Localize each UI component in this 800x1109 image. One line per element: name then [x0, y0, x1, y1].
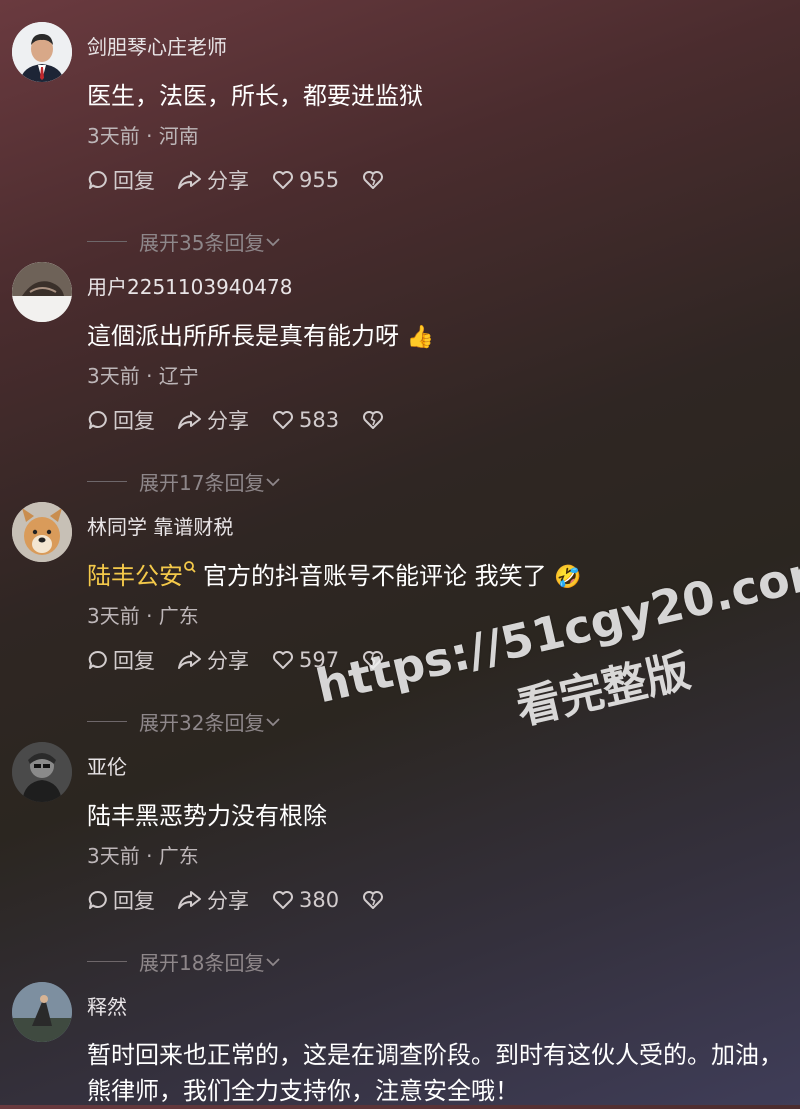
chevron-down-icon — [266, 717, 281, 726]
dislike-button[interactable] — [361, 889, 389, 911]
chevron-down-icon — [266, 957, 281, 966]
like-count: 380 — [299, 888, 340, 912]
reply-button[interactable]: 回复 — [87, 165, 155, 195]
expand-replies-button[interactable]: 展开32条回复 — [87, 707, 282, 736]
broken-heart-icon — [363, 411, 384, 429]
heart-icon — [273, 171, 293, 189]
expand-label: 展开18条回复 — [139, 951, 265, 975]
broken-heart-icon — [363, 651, 384, 669]
avatar[interactable] — [12, 262, 72, 322]
comment-bubble-icon — [88, 890, 107, 909]
comment-text: 暂时回来也正常的，这是在调查阶段。到时有这伙人受的。加油，熊律师，我们全力支持你… — [87, 1041, 783, 1105]
broken-heart-icon — [363, 171, 384, 189]
comment-item: 释然 暂时回来也正常的，这是在调查阶段。到时有这伙人受的。加油，熊律师，我们全力… — [0, 982, 800, 1105]
reply-button[interactable]: 回复 — [87, 885, 155, 915]
comment-bubble-icon — [88, 650, 107, 669]
comment-item: 亚伦 陆丰黑恶势力没有根除 3天前 · 广东 回复 分享 380 展开18条回复 — [0, 742, 800, 982]
comment-username[interactable]: 亚伦 — [87, 751, 127, 780]
comment-meta: 3天前 · 广东 — [87, 844, 199, 868]
comment-text: 這個派出所所長是真有能力呀 👍 — [87, 322, 435, 350]
comment-username[interactable]: 剑胆琴心庄老师 — [87, 31, 227, 60]
comment-bubble-icon — [88, 410, 107, 429]
expand-divider — [87, 481, 127, 482]
comment-text: 陆丰公安 官方的抖音账号不能评论 我笑了 🤣 — [87, 560, 582, 590]
avatar-figure-icon — [12, 742, 72, 802]
like-count: 583 — [299, 408, 340, 432]
comment-username[interactable]: 用户2251103940478 — [87, 271, 292, 300]
avatar-dog-icon — [12, 502, 72, 562]
heart-icon — [273, 651, 293, 669]
comment-bubble-icon — [88, 170, 107, 189]
comment-actions: 回复 分享 583 — [87, 405, 411, 435]
avatar[interactable] — [12, 982, 72, 1042]
like-button[interactable]: 380 — [271, 888, 339, 912]
avatar[interactable] — [12, 742, 72, 802]
reply-label: 回复 — [113, 649, 155, 673]
expand-replies-button[interactable]: 展开35条回复 — [87, 227, 282, 256]
avatar-portrait-icon — [12, 22, 72, 82]
expand-replies-button[interactable]: 展开17条回复 — [87, 467, 282, 496]
share-arrow-icon — [178, 411, 201, 429]
share-label: 分享 — [207, 649, 249, 673]
comment-meta: 3天前 · 河南 — [87, 124, 199, 148]
share-arrow-icon — [178, 651, 201, 669]
share-button[interactable]: 分享 — [177, 405, 249, 435]
share-label: 分享 — [207, 889, 249, 913]
laughing-emoji: 🤣 — [554, 565, 582, 590]
reply-label: 回复 — [113, 889, 155, 913]
share-button[interactable]: 分享 — [177, 645, 249, 675]
share-label: 分享 — [207, 409, 249, 433]
expand-divider — [87, 721, 127, 722]
share-button[interactable]: 分享 — [177, 165, 249, 195]
expand-divider — [87, 241, 127, 242]
comment-text: 陆丰黑恶势力没有根除 — [87, 802, 327, 830]
share-label: 分享 — [207, 169, 249, 193]
expand-divider — [87, 961, 127, 962]
comment-username[interactable]: 林同学 靠谱财税 — [87, 511, 233, 540]
heart-icon — [273, 411, 293, 429]
share-button[interactable]: 分享 — [177, 885, 249, 915]
comment-item: 林同学 靠谱财税 陆丰公安 官方的抖音账号不能评论 我笑了 🤣 3天前 · 广东 … — [0, 502, 800, 742]
comment-text: 医生，法医，所长，都要进监狱 — [87, 82, 423, 110]
expand-label: 展开17条回复 — [139, 471, 265, 495]
expand-label: 展开35条回复 — [139, 231, 265, 255]
avatar-landscape-icon — [12, 982, 72, 1042]
broken-heart-icon — [363, 891, 384, 909]
comment-item: 用户2251103940478 這個派出所所長是真有能力呀 👍 3天前 · 辽宁… — [0, 262, 800, 502]
comment-actions: 回复 分享 380 — [87, 885, 411, 915]
chevron-down-icon — [266, 237, 281, 246]
thumbs-up-emoji: 👍 — [406, 325, 435, 350]
reply-label: 回复 — [113, 169, 155, 193]
comment-actions: 回复 分享 597 — [87, 645, 411, 675]
reply-button[interactable]: 回复 — [87, 645, 155, 675]
like-count: 955 — [299, 168, 340, 192]
mention-link[interactable]: 陆丰公安 — [87, 562, 183, 590]
comment-meta: 3天前 · 广东 — [87, 604, 199, 628]
dislike-button[interactable] — [361, 649, 389, 671]
comment-username[interactable]: 释然 — [87, 991, 127, 1020]
like-button[interactable]: 955 — [271, 168, 339, 192]
dislike-button[interactable] — [361, 169, 389, 191]
heart-icon — [273, 891, 293, 909]
like-button[interactable]: 597 — [271, 648, 339, 672]
avatar-photo-icon — [12, 262, 72, 322]
comment-actions: 回复 分享 955 — [87, 165, 411, 195]
like-count: 597 — [299, 648, 340, 672]
share-arrow-icon — [178, 891, 201, 909]
search-icon[interactable] — [183, 560, 197, 576]
comment-item: 剑胆琴心庄老师 医生，法医，所长，都要进监狱 3天前 · 河南 回复 分享 95… — [0, 22, 800, 262]
dislike-button[interactable] — [361, 409, 389, 431]
avatar[interactable] — [12, 502, 72, 562]
reply-label: 回复 — [113, 409, 155, 433]
like-button[interactable]: 583 — [271, 408, 339, 432]
chevron-down-icon — [266, 477, 281, 486]
avatar[interactable] — [12, 22, 72, 82]
expand-label: 展开32条回复 — [139, 711, 265, 735]
comment-meta: 3天前 · 辽宁 — [87, 364, 199, 388]
expand-replies-button[interactable]: 展开18条回复 — [87, 947, 282, 976]
reply-button[interactable]: 回复 — [87, 405, 155, 435]
share-arrow-icon — [178, 171, 201, 189]
